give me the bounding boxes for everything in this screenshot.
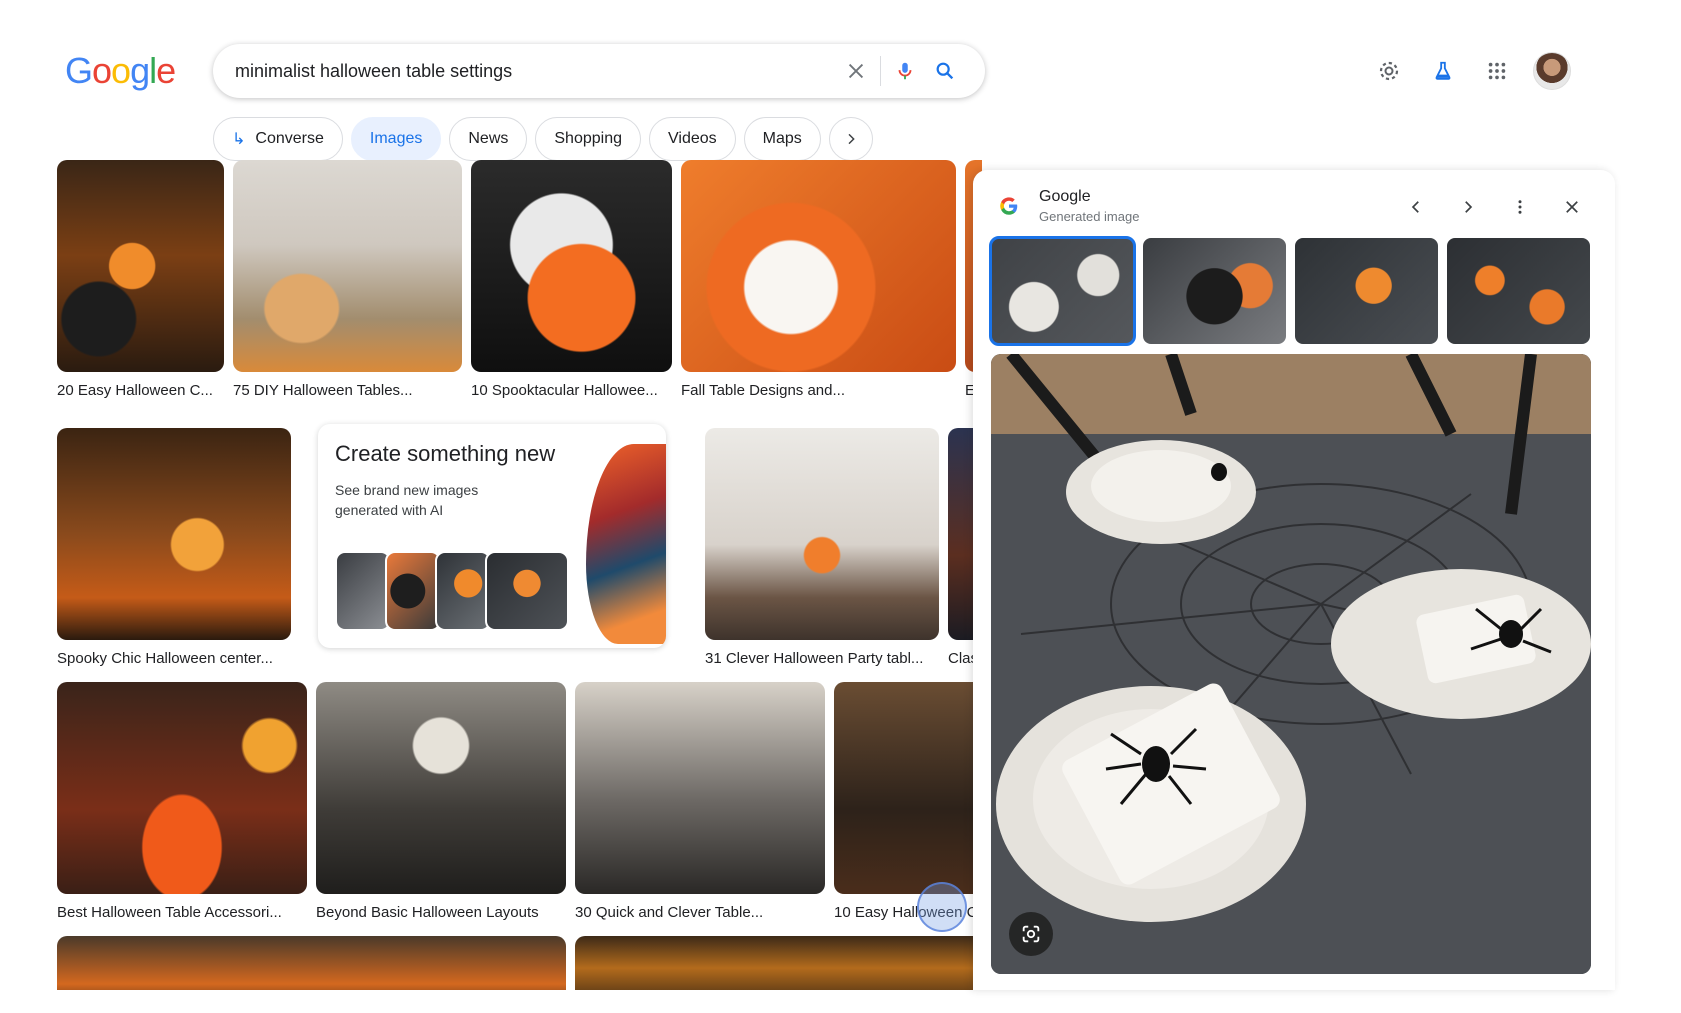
thumbnail[interactable] <box>1143 238 1286 344</box>
source-text: Google Generated image <box>1039 188 1139 224</box>
result-caption[interactable]: 30 Quick and Clever Table... <box>575 904 825 921</box>
card-subtitle: See brand new images generated with AI <box>335 482 479 518</box>
result-image[interactable] <box>575 936 982 990</box>
result-image[interactable] <box>316 682 566 894</box>
tab-images[interactable]: Images <box>350 117 442 161</box>
close-icon[interactable] <box>836 51 876 91</box>
result-caption[interactable]: 31 Clever Halloween Party tabl... <box>705 650 939 667</box>
converse-arrow-icon: ↳ <box>232 131 246 148</box>
search-input[interactable]: minimalist halloween table settings <box>235 61 836 82</box>
header-actions <box>1371 52 1571 90</box>
create-something-new-card[interactable]: Create something new See brand new image… <box>318 424 666 648</box>
google-logo[interactable]: Google <box>65 50 176 92</box>
tab-news[interactable]: News <box>449 117 528 161</box>
more-vert-icon[interactable] <box>1501 188 1539 226</box>
generated-thumb <box>385 551 441 631</box>
result-caption[interactable]: Fall Table Designs and... <box>681 382 956 399</box>
result-image[interactable] <box>681 160 956 372</box>
labs-flask-icon[interactable] <box>1425 53 1461 89</box>
result-caption[interactable]: 20 Easy Halloween C... <box>57 382 224 399</box>
result-caption[interactable]: 10 Spooktacular Hallowee... <box>471 382 672 399</box>
google-lens-icon[interactable] <box>1009 912 1053 956</box>
panel-source[interactable]: Google Generated image <box>995 188 1139 224</box>
panel-controls <box>1397 188 1591 226</box>
result-image[interactable] <box>57 428 291 640</box>
card-title: Create something new <box>335 441 556 466</box>
tab-shopping[interactable]: Shopping <box>535 117 641 161</box>
source-subtitle: Generated image <box>1039 209 1140 224</box>
preview-image-art <box>991 354 1591 974</box>
result-caption[interactable]: Spooky Chic Halloween center... <box>57 650 291 667</box>
generated-thumbs-strip <box>335 551 569 631</box>
preview-image[interactable] <box>991 354 1591 974</box>
chevron-right-icon[interactable] <box>1449 188 1487 226</box>
result-image[interactable] <box>57 936 566 990</box>
decorative-swirl <box>586 444 666 644</box>
thumbnail[interactable] <box>1295 238 1438 344</box>
result-image[interactable] <box>57 160 224 372</box>
tab-videos[interactable]: Videos <box>649 117 736 161</box>
close-icon[interactable] <box>1553 188 1591 226</box>
search-box[interactable]: minimalist halloween table settings <box>213 44 985 98</box>
result-image[interactable] <box>57 682 307 894</box>
result-image[interactable] <box>233 160 462 372</box>
generated-image-thumbnails <box>989 236 1590 346</box>
apps-grid-icon[interactable] <box>1479 53 1515 89</box>
microphone-icon[interactable] <box>885 51 925 91</box>
source-name: Google <box>1039 188 1091 205</box>
tab-converse[interactable]: ↳ Converse <box>213 117 343 161</box>
chevron-left-icon[interactable] <box>1397 188 1435 226</box>
settings-icon[interactable] <box>1371 53 1407 89</box>
search-icon[interactable] <box>925 51 965 91</box>
search-tabs: ↳ Converse Images News Shopping Videos M… <box>213 117 873 161</box>
account-avatar[interactable] <box>1533 52 1571 90</box>
result-image[interactable] <box>575 682 825 894</box>
result-image[interactable] <box>471 160 672 372</box>
result-image[interactable] <box>834 682 982 894</box>
result-caption[interactable]: Best Halloween Table Accessori... <box>57 904 307 921</box>
chevron-right-icon[interactable] <box>828 117 873 161</box>
result-image[interactable] <box>705 428 939 640</box>
tab-maps[interactable]: Maps <box>743 117 821 161</box>
cursor-indicator <box>917 882 967 932</box>
generated-thumb <box>435 551 491 631</box>
image-preview-panel: Google Generated image <box>973 170 1615 990</box>
result-caption[interactable]: 75 DIY Halloween Tables... <box>233 382 462 399</box>
thumbnail[interactable] <box>1447 238 1590 344</box>
search-divider <box>880 56 881 86</box>
thumbnail-selected[interactable] <box>989 236 1136 346</box>
generated-thumb <box>335 551 391 631</box>
google-g-icon <box>995 192 1023 220</box>
result-caption[interactable]: Beyond Basic Halloween Layouts <box>316 904 566 921</box>
generated-thumb <box>485 551 569 631</box>
